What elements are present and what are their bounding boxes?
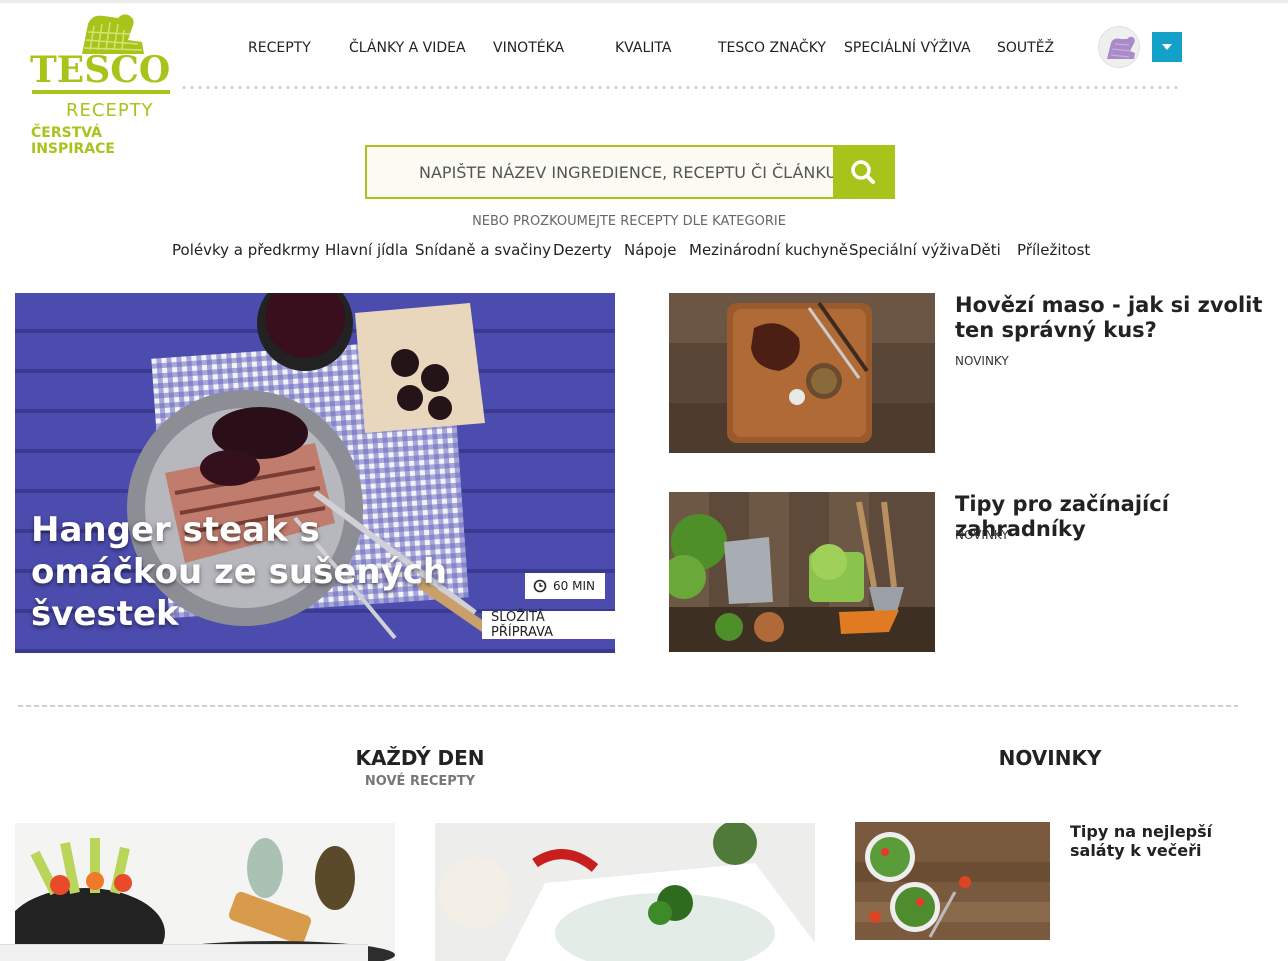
main-nav: RECEPTY ČLÁNKY A VIDEA VINOTÉKA KVALITA … bbox=[230, 40, 1070, 64]
category-hlavni-jidla[interactable]: Hlavní jídla bbox=[325, 241, 408, 259]
garlic-dip-image bbox=[435, 823, 815, 961]
category-nav: Polévky a předkrmy Hlavní jídla Snídaně … bbox=[172, 241, 1172, 263]
news-thumb-salads[interactable] bbox=[855, 822, 1050, 940]
tesco-recepty-logo[interactable]: TESCO RECEPTY ČERSTVÁ INSPIRACE bbox=[28, 8, 178, 157]
salads-image bbox=[855, 822, 1050, 940]
garden-tools-image bbox=[669, 492, 935, 652]
hero-recipe-card[interactable]: Hanger steak s omáčkou ze sušených švest… bbox=[15, 293, 615, 653]
steak-board-image bbox=[669, 293, 935, 453]
caret-down-icon bbox=[1162, 44, 1172, 50]
horizontal-scrollbar[interactable] bbox=[0, 944, 368, 961]
clock-icon bbox=[533, 579, 547, 593]
top-border bbox=[0, 0, 1288, 3]
nav-dotted-divider bbox=[180, 85, 1180, 90]
category-deti[interactable]: Děti bbox=[970, 241, 1001, 259]
hero-difficulty-badge: SLOŽITÁ PŘÍPRAVA bbox=[482, 610, 615, 640]
user-menu-dropdown-button[interactable] bbox=[1152, 32, 1182, 62]
hero-title[interactable]: Hanger steak s omáčkou ze sušených švest… bbox=[31, 509, 451, 635]
section-divider bbox=[18, 705, 1238, 708]
section-subtitle: NOVÉ RECEPTY bbox=[364, 774, 476, 789]
search-button[interactable] bbox=[833, 147, 893, 197]
search-icon bbox=[851, 160, 875, 184]
nav-item-tesco-znacky[interactable]: TESCO ZNAČKY bbox=[718, 40, 826, 56]
recipe-card-dip[interactable] bbox=[435, 823, 815, 961]
article-thumb-meat[interactable] bbox=[669, 293, 935, 453]
hero-time-text: 60 MIN bbox=[553, 579, 595, 593]
vegetables-bowl-image bbox=[15, 823, 395, 961]
nav-item-specialni-vyziva[interactable]: SPECIÁLNÍ VÝŽIVA bbox=[844, 40, 971, 56]
search-box bbox=[365, 145, 895, 199]
section-title-kazdy-den: KAŽDÝ DEN bbox=[355, 746, 485, 770]
category-dezerty[interactable]: Dezerty bbox=[553, 241, 612, 259]
category-prompt: NEBO PROZKOUMEJTE RECEPTY DLE KATEGORIE bbox=[472, 214, 786, 229]
category-specialni-vyziva[interactable]: Speciální výživa bbox=[849, 241, 969, 259]
nav-item-recepty[interactable]: RECEPTY bbox=[248, 40, 311, 56]
category-polevky[interactable]: Polévky a předkrmy bbox=[172, 241, 320, 259]
article-thumb-garden[interactable] bbox=[669, 492, 935, 652]
category-napoje[interactable]: Nápoje bbox=[624, 241, 677, 259]
oven-mitt-icon bbox=[1107, 36, 1135, 59]
user-avatar[interactable] bbox=[1098, 26, 1140, 68]
category-prilezitost[interactable]: Příležitost bbox=[1017, 241, 1090, 259]
logo-underline bbox=[32, 90, 170, 94]
nav-item-kvalita[interactable]: KVALITA bbox=[615, 40, 671, 56]
category-snidane[interactable]: Snídaně a svačiny bbox=[415, 241, 551, 259]
category-mezinarodni[interactable]: Mezinárodní kuchyně bbox=[689, 241, 848, 259]
logo-brand: TESCO bbox=[30, 49, 171, 91]
logo-sub: RECEPTY bbox=[66, 100, 154, 121]
nav-item-soutez[interactable]: SOUTĚŽ bbox=[997, 40, 1054, 56]
article-card-zahradnici[interactable]: Tipy pro začínající zahradníky NOVINKY bbox=[669, 492, 1269, 654]
article-label[interactable]: NOVINKY bbox=[955, 354, 1009, 368]
logo-tagline: ČERSTVÁ INSPIRACE bbox=[31, 125, 115, 157]
news-item-title[interactable]: Tipy na nejlepší saláty k večeři bbox=[1070, 822, 1270, 860]
nav-item-vinoteka[interactable]: VINOTÉKA bbox=[493, 40, 564, 56]
article-title-hovezi-maso[interactable]: Hovězí maso - jak si zvolit ten správný … bbox=[955, 293, 1275, 343]
section-title-novinky: NOVINKY bbox=[998, 746, 1102, 770]
search-input[interactable] bbox=[367, 147, 835, 197]
nav-item-clanky-a-videa[interactable]: ČLÁNKY A VIDEA bbox=[349, 40, 466, 56]
recipe-card-vegetables[interactable] bbox=[15, 823, 395, 961]
hero-time-badge: 60 MIN bbox=[525, 573, 605, 599]
article-card-hovezi-maso[interactable]: Hovězí maso - jak si zvolit ten správný … bbox=[669, 293, 1269, 455]
article-label[interactable]: NOVINKY bbox=[955, 528, 1009, 542]
